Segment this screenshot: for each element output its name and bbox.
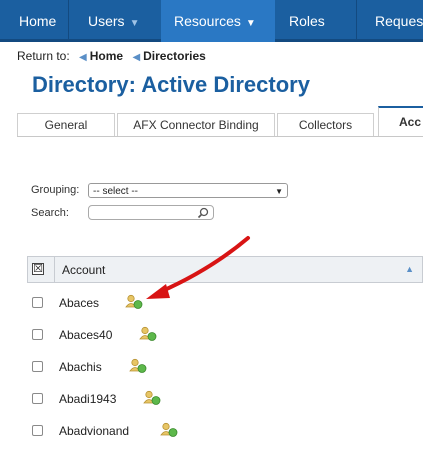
tab-collectors-label: Collectors — [298, 118, 353, 132]
triangle-left-icon: ◀ — [132, 52, 141, 63]
tab-divider — [17, 136, 423, 137]
user-account-icon — [139, 326, 157, 341]
breadcrumb-link-home[interactable]: Home — [90, 49, 123, 63]
nav-resources[interactable]: Resources ▼ — [161, 0, 275, 42]
user-account-icon — [125, 294, 143, 309]
chevron-down-icon: ▼ — [275, 187, 283, 196]
tab-afx-label: AFX Connector Binding — [133, 118, 259, 132]
row-checkbox[interactable] — [32, 329, 43, 340]
nav-separator — [356, 0, 357, 42]
page-title: Directory: Active Directory — [32, 72, 310, 97]
nav-users[interactable]: Users ▼ — [88, 0, 139, 42]
nav-resources-label: Resources — [174, 13, 241, 29]
grouping-label: Grouping: — [31, 184, 80, 196]
top-nav: Home Users ▼ Resources ▼ Roles Reques — [0, 0, 423, 42]
nav-users-label: Users — [88, 13, 125, 29]
breadcrumb-link-directories[interactable]: Directories — [143, 49, 206, 63]
grouping-select-value: -- select -- — [93, 186, 138, 197]
row-checkbox[interactable] — [32, 361, 43, 372]
sort-ascending-icon[interactable]: ▲ — [405, 264, 414, 274]
nav-home-label: Home — [19, 13, 57, 29]
search-label: Search: — [31, 207, 69, 219]
table-row[interactable]: Abadvionand — [27, 419, 423, 451]
nav-roles-label: Roles — [289, 13, 325, 29]
row-checkbox[interactable] — [32, 425, 43, 436]
account-name[interactable]: Abadi1943 — [59, 392, 116, 406]
nav-requests[interactable]: Reques — [375, 0, 423, 42]
column-header-account[interactable]: Account — [62, 263, 105, 277]
table-row[interactable]: Abaces40 — [27, 323, 423, 355]
caret-down-icon: ▼ — [245, 18, 256, 29]
nav-roles[interactable]: Roles — [289, 0, 325, 42]
breadcrumb-prefix: Return to: — [17, 49, 70, 63]
table-row[interactable]: Abadi1943 — [27, 387, 423, 419]
table-row[interactable]: Abachis — [27, 355, 423, 387]
grouping-select[interactable]: -- select -- ▼ — [88, 183, 288, 198]
triangle-left-icon: ◀ — [79, 52, 87, 63]
row-checkbox[interactable] — [32, 393, 43, 404]
user-account-icon — [143, 390, 161, 405]
account-name[interactable]: Abadvionand — [59, 424, 129, 438]
tab-collectors[interactable]: Collectors — [277, 113, 374, 136]
tab-general[interactable]: General — [17, 113, 115, 136]
search-input[interactable] — [88, 205, 214, 220]
nav-home[interactable]: Home — [19, 0, 56, 42]
select-all-checkbox[interactable]: ☒ — [32, 263, 44, 275]
tab-accounts-label: Acc — [399, 115, 422, 129]
nav-separator — [68, 0, 69, 42]
account-name[interactable]: Abachis — [59, 360, 102, 374]
grid-header: ☒ Account ▲ — [27, 256, 423, 283]
nav-requests-label: Reques — [375, 13, 423, 29]
breadcrumb: Return to: ◀ Home ◀ Directories — [17, 49, 206, 63]
user-account-icon — [129, 358, 147, 373]
table-row[interactable]: Abaces — [27, 291, 423, 323]
account-name[interactable]: Abaces — [59, 296, 99, 310]
tab-accounts[interactable]: Acc — [378, 106, 423, 136]
tab-afx-connector-binding[interactable]: AFX Connector Binding — [117, 113, 275, 136]
column-divider — [54, 257, 55, 283]
user-account-icon — [160, 422, 178, 437]
search-icon[interactable] — [197, 207, 209, 219]
account-name[interactable]: Abaces40 — [59, 328, 112, 342]
row-checkbox[interactable] — [32, 297, 43, 308]
caret-down-icon: ▼ — [129, 18, 140, 29]
tab-general-label: General — [44, 118, 88, 132]
